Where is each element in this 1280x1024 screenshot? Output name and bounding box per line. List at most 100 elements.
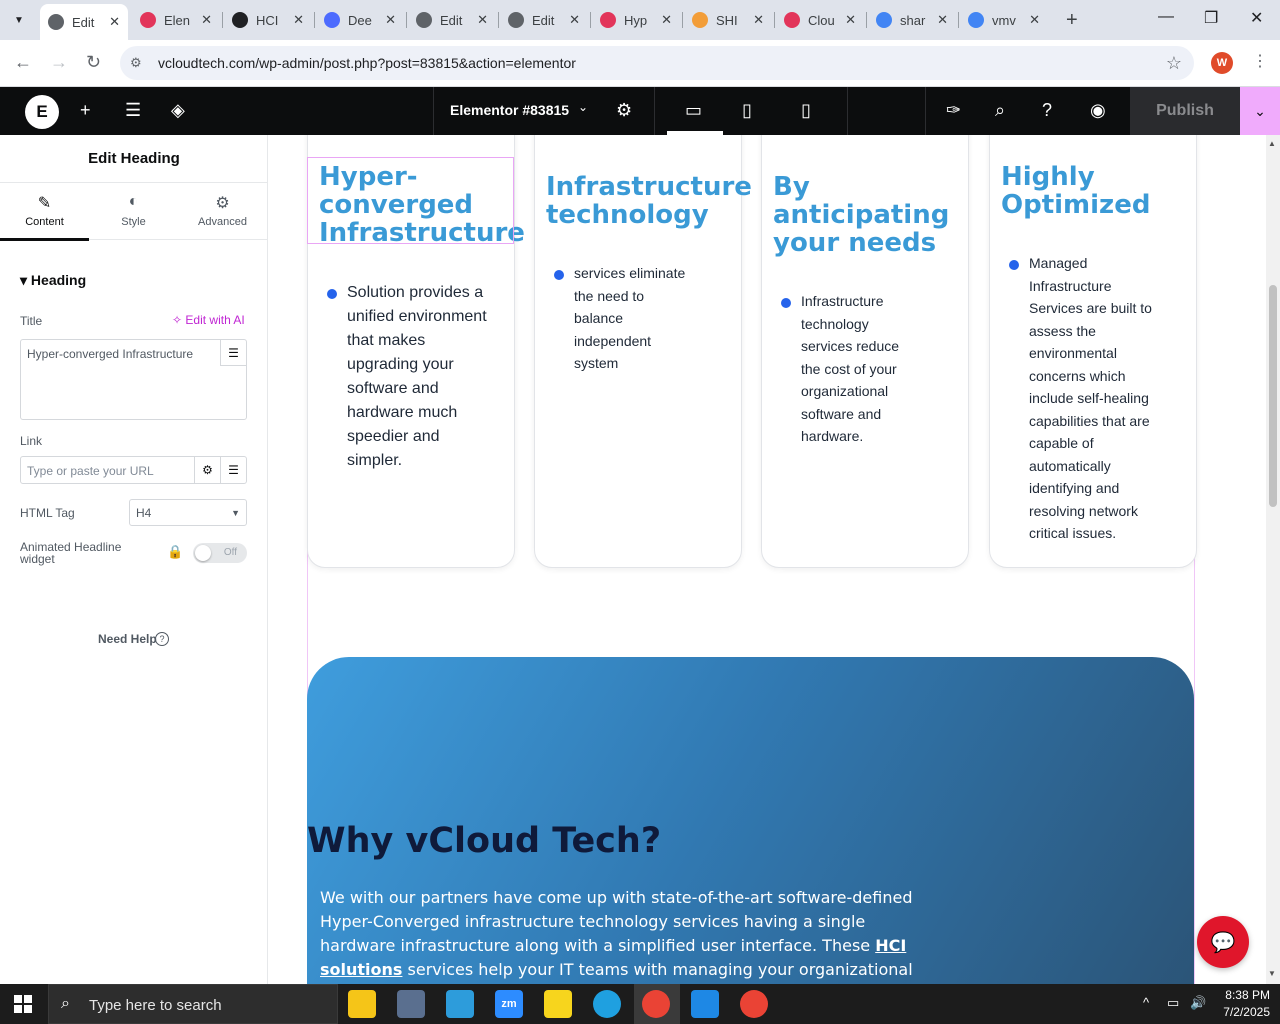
browser-tab[interactable]: Edit ✕: [500, 6, 588, 34]
html-tag-select[interactable]: H4 ▼: [129, 499, 247, 526]
close-tab-icon[interactable]: ✕: [293, 12, 304, 28]
link-dynamic-tags-icon[interactable]: ☰: [220, 457, 246, 483]
link-placeholder: Type or paste your URL: [27, 464, 154, 478]
browser-tab[interactable]: HCI ✕: [224, 6, 312, 34]
close-tab-icon[interactable]: ✕: [753, 12, 764, 28]
link-options-gear-icon[interactable]: ⚙: [194, 457, 220, 483]
close-tab-icon[interactable]: ✕: [569, 12, 580, 28]
windows-start-icon[interactable]: [14, 995, 32, 1013]
scroll-thumb[interactable]: [1269, 285, 1277, 507]
close-window-icon[interactable]: ✕: [1250, 8, 1263, 28]
add-element-icon[interactable]: +: [80, 100, 91, 121]
heading-section-toggle[interactable]: ▾ Heading: [20, 272, 86, 289]
card-heading[interactable]: Infrastructure technology: [546, 173, 752, 229]
search-icon[interactable]: ⌕: [995, 100, 1005, 121]
preview-eye-icon[interactable]: ◉: [1090, 100, 1106, 121]
tab-advanced[interactable]: ⚙ Advanced: [178, 183, 267, 241]
new-tab-plus-icon[interactable]: +: [1066, 9, 1078, 32]
card-heading[interactable]: Highly Optimized: [1001, 163, 1150, 219]
browser-tab[interactable]: shar ✕: [868, 6, 956, 34]
dynamic-tags-icon[interactable]: ☰: [220, 340, 246, 366]
browser-tab[interactable]: Clou ✕: [776, 6, 864, 34]
bookmark-star-icon[interactable]: ☆: [1166, 53, 1182, 74]
card-text[interactable]: Solution provides a unified environment …: [347, 281, 487, 473]
tablet-device-icon[interactable]: ▯: [742, 100, 752, 121]
tab-search-chevron-icon[interactable]: ▼: [7, 8, 31, 32]
taskbar-app-zoom[interactable]: zm: [495, 990, 523, 1018]
tab-style[interactable]: ◐ Style: [89, 183, 178, 241]
card-heading[interactable]: By anticipating your needs: [773, 173, 949, 257]
page-settings-gear-icon[interactable]: ⚙: [616, 100, 632, 121]
why-paragraph[interactable]: We with our partners have come up with s…: [320, 886, 920, 982]
animated-headline-toggle[interactable]: Off: [193, 543, 247, 563]
chevron-down-icon[interactable]: ⌄: [578, 100, 588, 114]
help-circle-icon[interactable]: ?: [155, 632, 169, 646]
tab-favicon-icon: [140, 12, 156, 28]
elementor-logo-icon[interactable]: E: [25, 95, 59, 129]
taskbar-app-file-explorer[interactable]: [348, 990, 376, 1018]
edit-with-ai-link[interactable]: ✧ Edit with AI: [172, 313, 245, 327]
structure-layers-icon[interactable]: ◈: [171, 100, 185, 121]
taskbar-app-chrome-2[interactable]: [740, 990, 768, 1018]
notes-pin-icon[interactable]: ✑: [946, 100, 961, 121]
chat-bubble-icon[interactable]: 💬: [1197, 916, 1249, 968]
close-tab-icon[interactable]: ✕: [385, 12, 396, 28]
close-tab-icon[interactable]: ✕: [1029, 12, 1040, 28]
why-heading[interactable]: Why vCloud Tech?: [307, 821, 661, 861]
tab-content[interactable]: ✎ Content: [0, 183, 89, 241]
close-tab-icon[interactable]: ✕: [109, 14, 120, 30]
scroll-up-arrow-icon[interactable]: ▲: [1268, 139, 1276, 148]
desktop-device-icon[interactable]: ▭: [685, 100, 702, 121]
taskbar-app-edge[interactable]: [593, 990, 621, 1018]
lock-icon: 🔒: [167, 544, 184, 559]
minimize-icon[interactable]: —: [1158, 8, 1174, 26]
help-icon[interactable]: ?: [1042, 100, 1052, 121]
site-settings-sliders-icon[interactable]: ☰: [125, 100, 141, 121]
mobile-device-icon[interactable]: ▯: [801, 100, 811, 121]
reload-icon[interactable]: ↻: [86, 52, 101, 73]
title-textarea[interactable]: Hyper-converged Infrastructure ☰: [20, 339, 247, 420]
document-title[interactable]: Elementor #83815: [450, 102, 569, 118]
publish-button[interactable]: Publish: [1130, 87, 1240, 135]
close-tab-icon[interactable]: ✕: [477, 12, 488, 28]
card-text[interactable]: Managed Infrastructure Services are buil…: [1029, 252, 1152, 545]
card-text[interactable]: Infrastructure technology services reduc…: [801, 290, 899, 448]
taskbar-clock[interactable]: 8:38 PM 7/2/2025: [1214, 987, 1270, 1021]
forward-arrow-icon[interactable]: →: [50, 52, 68, 73]
close-tab-icon[interactable]: ✕: [937, 12, 948, 28]
tray-chevron-up-icon[interactable]: ^: [1143, 995, 1149, 1010]
publish-options-chevron-icon[interactable]: ⌄: [1240, 87, 1280, 135]
card-text[interactable]: services eliminate the need to balance i…: [574, 262, 685, 375]
address-bar[interactable]: ⚙ vcloudtech.com/wp-admin/post.php?post=…: [120, 46, 1194, 80]
browser-menu-icon[interactable]: ⋮: [1252, 51, 1268, 71]
browser-tab[interactable]: Edit ✕: [408, 6, 496, 34]
close-tab-icon[interactable]: ✕: [201, 12, 212, 28]
taskbar-app-app-diamond[interactable]: [446, 990, 474, 1018]
browser-tab[interactable]: vmv ✕: [960, 6, 1048, 34]
taskbar-app-vscode[interactable]: [691, 990, 719, 1018]
browser-tab[interactable]: Hyp ✕: [592, 6, 680, 34]
taskbar-app-app-bird[interactable]: [397, 990, 425, 1018]
profile-avatar[interactable]: W: [1211, 52, 1233, 74]
browser-tab[interactable]: SHI ✕: [684, 6, 772, 34]
back-arrow-icon[interactable]: ←: [14, 52, 32, 73]
magnifier-icon: ⌕: [61, 995, 70, 1012]
taskbar-app-chrome[interactable]: [642, 990, 670, 1018]
browser-tab[interactable]: Dee ✕: [316, 6, 404, 34]
volume-icon[interactable]: 🔊: [1190, 995, 1206, 1011]
link-input[interactable]: Type or paste your URL ⚙ ☰: [20, 456, 247, 484]
taskbar-search-box[interactable]: ⌕ Type here to search: [48, 984, 338, 1024]
need-help-link[interactable]: Need Help: [98, 632, 157, 646]
site-settings-icon[interactable]: ⚙: [130, 55, 150, 71]
taskbar-app-sticky-notes[interactable]: [544, 990, 572, 1018]
restore-icon[interactable]: ❐: [1204, 8, 1218, 28]
browser-tab[interactable]: Edit ✕: [40, 4, 128, 40]
selected-heading-outline[interactable]: [307, 157, 514, 244]
scroll-down-arrow-icon[interactable]: ▼: [1268, 969, 1276, 978]
network-icon[interactable]: ▭: [1167, 995, 1179, 1011]
browser-tab[interactable]: Elen ✕: [132, 6, 220, 34]
canvas-scrollbar[interactable]: ▲ ▼: [1266, 135, 1280, 984]
close-tab-icon[interactable]: ✕: [661, 12, 672, 28]
close-tab-icon[interactable]: ✕: [845, 12, 856, 28]
bullet-icon: [327, 289, 337, 299]
